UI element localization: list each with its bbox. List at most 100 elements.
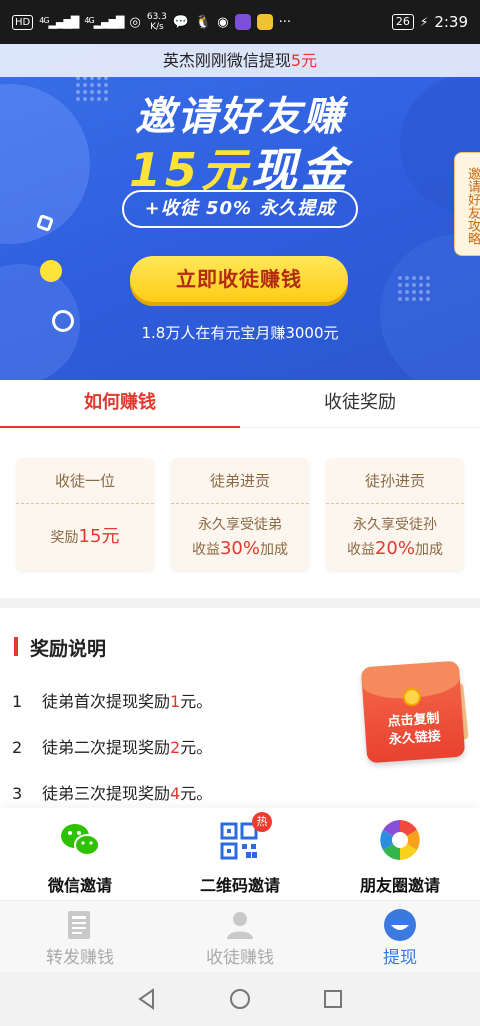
list-item: 1 徒弟首次提现奖励1元。 <box>12 688 212 712</box>
list-text: 元。 <box>180 738 213 757</box>
moments-icon <box>380 820 420 860</box>
tab-label: 转发赚钱 <box>46 948 114 968</box>
net-speed: 63.3 K/s <box>147 12 167 32</box>
user-icon <box>227 912 253 939</box>
envelope-line2: 永久链接 <box>388 729 442 748</box>
status-left: HD 4G▂▄▆█ 4G▂▄▆█ ◎ 63.3 K/s 💬 🐧 ◉ ··· <box>12 12 291 32</box>
tab-forward-earn[interactable]: 转发赚钱 <box>0 901 160 972</box>
reward-card: 徒孙进贡 永久享受徒孙 收益20%加成 <box>326 458 464 570</box>
list-amount: 4 <box>170 784 181 803</box>
envelope-line1: 点击复制 <box>387 711 441 730</box>
reward-text: 永久享受徒孙 <box>352 516 437 533</box>
hot-badge: 热 <box>252 812 272 832</box>
signal-2-icon: 4G▂▄▆█ <box>84 15 124 29</box>
invite-strategy-tab[interactable]: 邀请好友攻略 <box>454 152 480 256</box>
list-amount: 2 <box>170 738 181 757</box>
more-icon: ··· <box>278 14 292 30</box>
list-amount: 1 <box>170 692 181 711</box>
copy-link-envelope[interactable]: 点击复制 永久链接 <box>360 660 466 764</box>
reward-text: 加成 <box>415 541 443 558</box>
wechat-invite-button[interactable]: 微信邀请 <box>0 808 160 900</box>
hero-banner: 英杰刚刚微信提现5元 邀请好友赚 15元现金 +收徒 50% 永久提成 立即收徒… <box>0 44 480 380</box>
withdraw-ticker: 英杰刚刚微信提现5元 <box>0 44 480 77</box>
home-icon[interactable] <box>228 987 252 1011</box>
moments-invite-button[interactable]: 朋友圈邀请 <box>320 808 480 900</box>
withdraw-icon <box>384 909 416 941</box>
invite-now-button[interactable]: 立即收徒赚钱 <box>130 256 348 302</box>
reward-cards: 收徒一位 奖励15元 徒弟进贡 永久享受徒弟 收益30%加成 徒孙进贡 永久享受… <box>0 440 480 590</box>
wechat-icon <box>61 824 100 856</box>
tab-label: 提现 <box>383 948 417 968</box>
wifi-icon: ◎ <box>129 14 141 30</box>
tab-withdraw[interactable]: 提现 <box>320 901 480 972</box>
list-text: 徒弟二次提现奖励 <box>42 738 171 757</box>
net-speed-value: 63.3 <box>146 12 167 22</box>
tab-recruit-earn[interactable]: 收徒赚钱 <box>160 901 320 972</box>
net-speed-unit: K/s <box>150 22 164 32</box>
reward-text: 加成 <box>260 541 288 558</box>
news-icon <box>68 911 90 939</box>
reward-value: 30% <box>219 537 260 559</box>
reward-text: 收益 <box>191 541 220 558</box>
content-tabs: 如何赚钱 收徒奖励 <box>0 380 480 428</box>
message-icon: 💬 <box>172 14 190 30</box>
list-item: 3 徒弟三次提现奖励4元。 <box>12 780 212 804</box>
section-title: 奖励说明 <box>14 634 106 661</box>
bottom-tab-bar: 转发赚钱 收徒赚钱 提现 <box>0 900 480 972</box>
reward-card-body: 永久享受徒弟 收益30%加成 <box>171 504 309 570</box>
qrcode-invite-button[interactable]: 热 二维码邀请 <box>160 808 320 900</box>
reward-card: 徒弟进贡 永久享受徒弟 收益30%加成 <box>171 458 309 570</box>
back-icon[interactable] <box>135 987 159 1011</box>
ticker-text: 英杰刚刚微信提现 <box>162 51 291 70</box>
invite-page: HD 4G▂▄▆█ 4G▂▄▆█ ◎ 63.3 K/s 💬 🐧 ◉ ··· 26 … <box>0 0 480 1026</box>
list-text: 元。 <box>180 692 213 711</box>
share-options: 微信邀请 热 二维码邀请 朋友圈邀请 <box>0 808 480 900</box>
reward-text: 永久享受徒弟 <box>197 516 282 533</box>
tab-how-to-earn[interactable]: 如何赚钱 <box>0 380 240 428</box>
recents-icon[interactable] <box>321 987 345 1011</box>
reward-card-body: 奖励15元 <box>16 504 154 570</box>
share-label: 二维码邀请 <box>199 876 280 895</box>
clock: 2:39 <box>434 13 468 31</box>
share-label: 朋友圈邀请 <box>359 876 440 895</box>
list-text: 徒弟首次提现奖励 <box>42 692 171 711</box>
section-divider <box>0 598 480 608</box>
reward-card-title: 徒弟进贡 <box>171 458 309 504</box>
app-icon-purple <box>234 14 251 30</box>
list-number: 3 <box>12 784 23 803</box>
coin-icon <box>402 687 422 707</box>
envelope-text: 点击复制 永久链接 <box>364 709 464 752</box>
reward-value: 15元 <box>78 525 120 547</box>
commission-pill: +收徒 50% 永久提成 <box>122 190 358 228</box>
reward-card-title: 徒孙进贡 <box>326 458 464 504</box>
app-icon-yellow <box>256 14 273 30</box>
ticker-amount: 5元 <box>290 51 318 70</box>
reward-text: 奖励 <box>50 529 79 546</box>
wechat-status-icon: ◉ <box>217 14 229 30</box>
reward-card-title: 收徒一位 <box>16 458 154 504</box>
reward-card: 收徒一位 奖励15元 <box>16 458 154 570</box>
list-number: 2 <box>12 738 23 757</box>
network-1-label: 4G <box>39 15 49 25</box>
reward-value: 20% <box>374 537 415 559</box>
tab-invite-rewards[interactable]: 收徒奖励 <box>240 380 480 427</box>
hd-indicator: HD <box>12 14 34 30</box>
signal-1-icon: 4G▂▄▆█ <box>39 15 79 29</box>
status-bar: HD 4G▂▄▆█ 4G▂▄▆█ ◎ 63.3 K/s 💬 🐧 ◉ ··· 26 … <box>0 0 480 44</box>
deco-circle <box>40 260 62 282</box>
deco-dots <box>398 276 430 301</box>
qq-icon: 🐧 <box>195 14 212 30</box>
hero-amount: 15元 <box>128 143 251 197</box>
charging-icon: ⚡ <box>419 15 429 29</box>
hero-subtext: 1.8万人在有元宝月赚3000元 <box>141 324 339 342</box>
tab-label: 收徒赚钱 <box>206 948 274 968</box>
status-right: 26 ⚡ 2:39 <box>391 13 468 31</box>
list-item: 2 徒弟二次提现奖励2元。 <box>12 734 212 758</box>
list-text: 元。 <box>180 784 213 803</box>
network-2-label: 4G <box>84 15 94 25</box>
system-nav-bar <box>0 972 480 1026</box>
battery-icon: 26 <box>391 14 414 30</box>
share-label: 微信邀请 <box>47 876 112 895</box>
reward-card-body: 永久享受徒孙 收益20%加成 <box>326 504 464 570</box>
list-number: 1 <box>12 692 23 711</box>
